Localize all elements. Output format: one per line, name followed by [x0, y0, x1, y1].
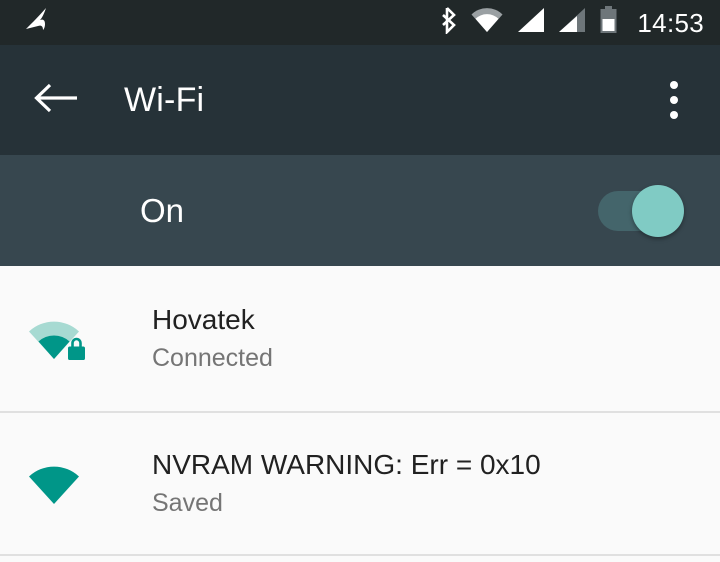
app-notification-icon	[22, 7, 52, 38]
wifi-settings-screen: 14:53 Wi-Fi On Hovatek Connected NVRAM W…	[0, 0, 720, 562]
wifi-signal-locked-icon	[22, 312, 94, 366]
battery-icon	[599, 6, 618, 39]
status-bar-notifications	[22, 7, 439, 38]
list-item[interactable]: NVRAM WARNING: Err = 0x10 Saved	[0, 411, 720, 556]
wifi-toggle-switch[interactable]	[598, 184, 684, 237]
network-status: Saved	[152, 489, 223, 518]
overflow-dot	[670, 81, 678, 89]
bluetooth-icon	[439, 6, 457, 39]
back-button[interactable]	[28, 72, 84, 128]
page-title: Wi-Fi	[124, 81, 205, 119]
network-status: Connected	[152, 344, 273, 373]
status-bar-icons: 14:53	[439, 6, 704, 39]
wifi-toggle-label: On	[140, 192, 185, 229]
wifi-signal-icon	[22, 457, 94, 511]
back-arrow-icon	[33, 81, 79, 120]
switch-thumb	[632, 184, 684, 237]
overflow-dot	[670, 96, 678, 104]
cellular-signal-2-icon	[558, 7, 586, 38]
list-item-text: NVRAM WARNING: Err = 0x10 Saved	[152, 447, 541, 520]
network-ssid: NVRAM WARNING: Err = 0x10	[152, 449, 541, 481]
wifi-signal-icon	[470, 7, 504, 38]
cellular-signal-1-icon	[517, 7, 545, 38]
network-ssid: Hovatek	[152, 304, 255, 336]
wifi-toggle-row[interactable]: On	[0, 155, 720, 266]
list-item-text: Hovatek Connected	[152, 302, 273, 375]
overflow-dot	[670, 111, 678, 119]
status-bar: 14:53	[0, 0, 720, 45]
app-bar: Wi-Fi	[0, 45, 720, 155]
wifi-network-list: Hovatek Connected NVRAM WARNING: Err = 0…	[0, 266, 720, 562]
status-bar-clock: 14:53	[637, 7, 704, 38]
list-item[interactable]: Hovatek Connected	[0, 266, 720, 411]
overflow-menu-icon[interactable]	[650, 72, 698, 128]
